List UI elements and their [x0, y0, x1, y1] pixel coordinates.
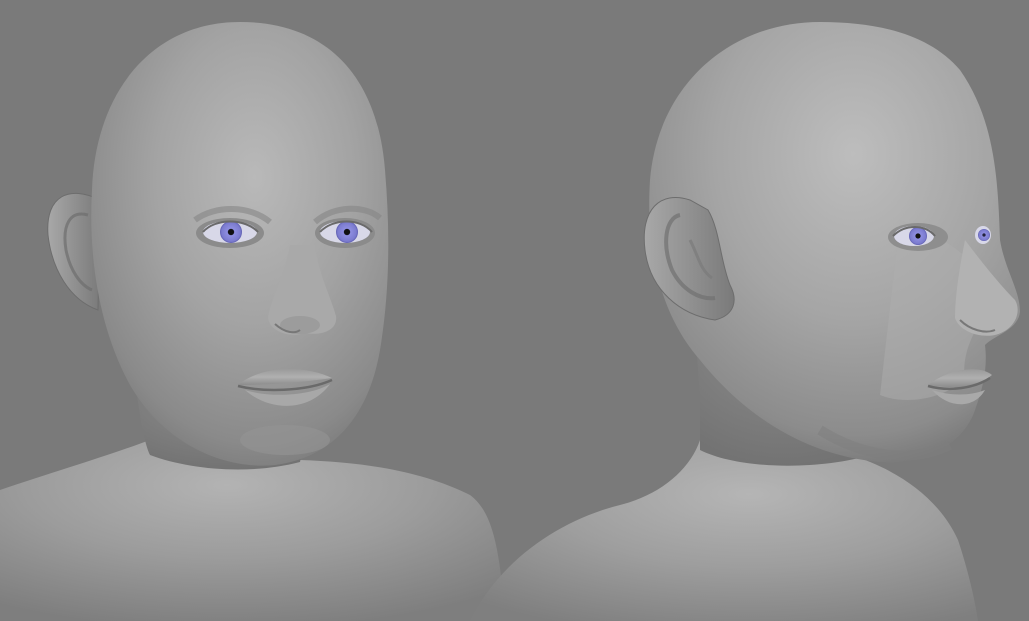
render-viewport: [0, 0, 1029, 621]
figure-profile-view: [470, 22, 1020, 621]
right-figure-far-eye: [975, 226, 991, 244]
figure-front-view: [0, 22, 505, 621]
render-canvas: [0, 22, 1020, 621]
right-torso: [470, 440, 978, 621]
